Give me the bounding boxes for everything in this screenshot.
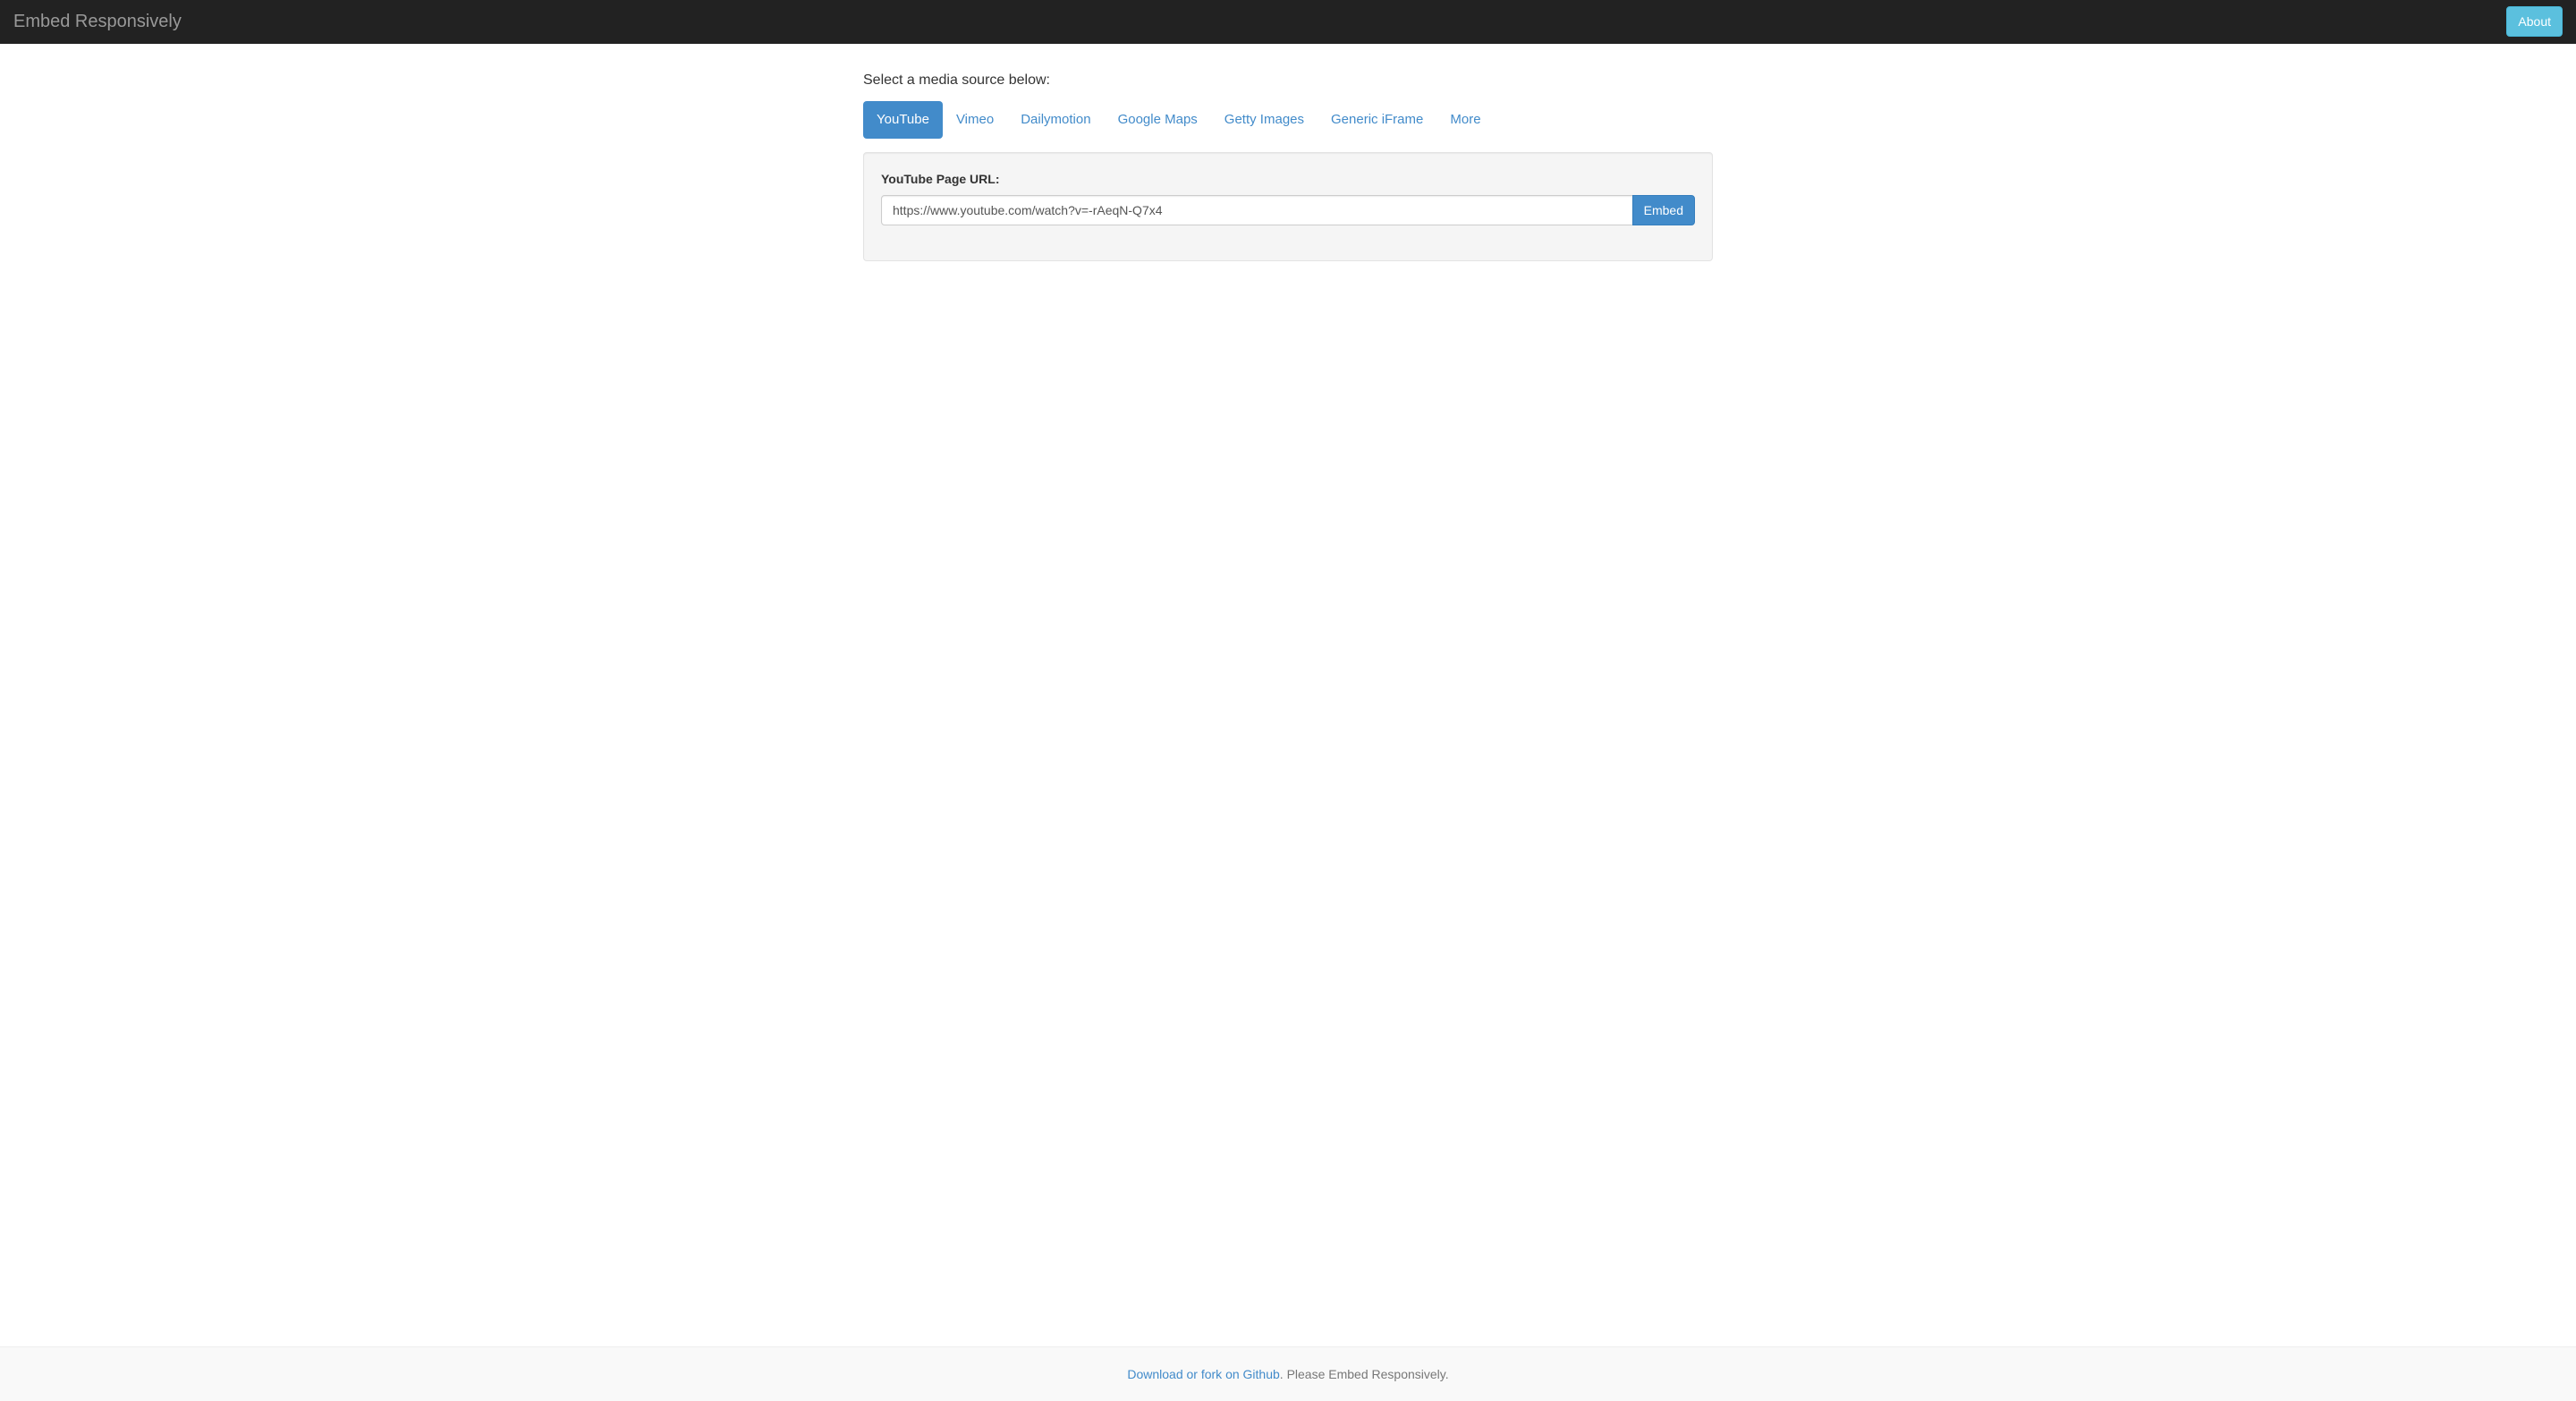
source-tabs: YouTube Vimeo Dailymotion Google Maps Ge… (863, 101, 1713, 138)
navbar: Embed Responsively About (0, 0, 2576, 44)
tab-youtube[interactable]: YouTube (863, 101, 943, 138)
footer-suffix: . Please Embed Responsively. (1280, 1367, 1449, 1381)
url-input[interactable] (881, 195, 1633, 225)
tab-getty-images[interactable]: Getty Images (1211, 101, 1318, 138)
navbar-brand[interactable]: Embed Responsively (13, 0, 195, 44)
tab-label: Dailymotion (1007, 101, 1104, 138)
github-link[interactable]: Download or fork on Github (1127, 1367, 1279, 1381)
tab-google-maps[interactable]: Google Maps (1105, 101, 1211, 138)
embed-button[interactable]: Embed (1632, 195, 1695, 225)
tab-vimeo[interactable]: Vimeo (943, 101, 1007, 138)
intro-text: Select a media source below: (863, 71, 1713, 91)
tab-label: Generic iFrame (1318, 101, 1436, 138)
tab-generic-iframe[interactable]: Generic iFrame (1318, 101, 1436, 138)
navbar-right: About (2506, 6, 2563, 37)
about-button[interactable]: About (2506, 6, 2563, 37)
tab-label: Getty Images (1211, 101, 1318, 138)
tab-more[interactable]: More (1436, 101, 1494, 138)
footer: Download or fork on Github. Please Embed… (0, 1346, 2576, 1401)
tab-dailymotion[interactable]: Dailymotion (1007, 101, 1104, 138)
tab-label: More (1436, 101, 1494, 138)
tab-label: YouTube (863, 101, 943, 138)
url-label: YouTube Page URL: (881, 170, 1695, 188)
tab-label: Google Maps (1105, 101, 1211, 138)
url-form-well: YouTube Page URL: Embed (863, 152, 1713, 261)
url-input-group: Embed (881, 195, 1695, 225)
tab-label: Vimeo (943, 101, 1007, 138)
main-container: Select a media source below: YouTube Vim… (850, 44, 1726, 1346)
